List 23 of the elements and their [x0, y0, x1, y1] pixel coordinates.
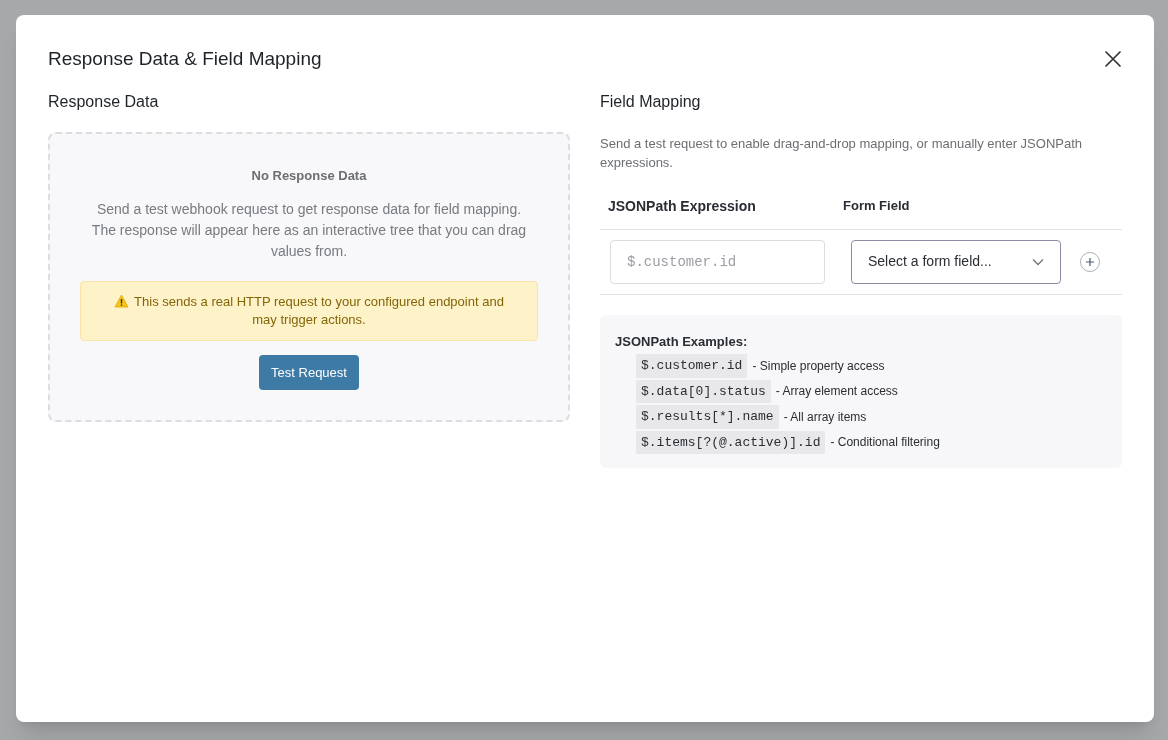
- test-request-button[interactable]: Test Request: [259, 355, 359, 390]
- code-snippet: $.results[*].name: [636, 405, 779, 429]
- chevron-down-icon: [1032, 257, 1044, 266]
- column-header: JSONPath Expression: [607, 196, 757, 216]
- column-header: Form Field: [843, 196, 910, 215]
- example-description: - Simple property access: [752, 357, 885, 375]
- dialog-title: Response Data & Field Mapping: [48, 47, 322, 71]
- description-text: Send a test request to enable drag-and-drop mapping, or manually enter JSONPath expressions.: [600, 134, 1083, 172]
- example-description: - Array element access: [775, 383, 898, 401]
- empty-state-text: Send a test webhook request to get response data for field mapping. The response will appear here as an interactive tree that you can drag values from.: [90, 200, 528, 261]
- code-snippet: $.data[0].status: [636, 379, 771, 403]
- example-description: - All array items: [783, 408, 867, 426]
- section-heading: Response Data: [48, 91, 160, 112]
- examples-title: JSONPath Examples:: [615, 332, 749, 351]
- warning-text: This sends a real HTTP request to your configured endpoint and may trigger actions.: [134, 294, 504, 327]
- example-description: - Conditional filtering: [830, 434, 940, 452]
- code-snippet: $.customer.id: [636, 354, 748, 378]
- jsonpath-input-field[interactable]: $.customer.id: [610, 239, 825, 284]
- empty-state-title: No Response Data: [251, 166, 367, 185]
- warning-icon: [114, 294, 130, 308]
- code-snippet: $.items[?(@.active)].id: [636, 430, 826, 454]
- section-heading: Field Mapping: [600, 91, 702, 112]
- form-field-select[interactable]: Select a form field...: [851, 239, 1061, 284]
